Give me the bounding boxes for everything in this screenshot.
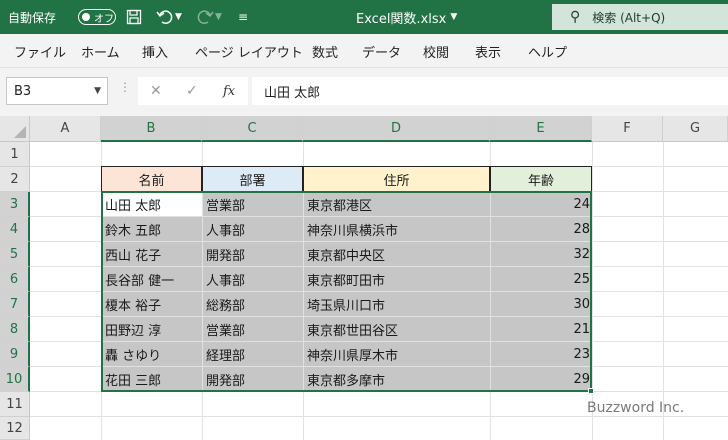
table-cell-department[interactable]: 営業部 (203, 317, 303, 341)
table-cell-address[interactable]: 東京都多摩市 (304, 367, 490, 391)
table-cell-age[interactable]: 32 (491, 242, 592, 266)
column-header-b[interactable]: B (101, 116, 202, 142)
watermark: Buzzword Inc. (587, 400, 685, 416)
table-cell-age[interactable]: 24 (491, 192, 592, 216)
table-cell-department[interactable]: 開発部 (203, 367, 303, 391)
autosave-toggle[interactable]: オフ (78, 9, 116, 25)
column-header-d[interactable]: D (303, 116, 490, 142)
autosave-label: 自動保存 (8, 10, 57, 25)
header-cell-age[interactable]: 年齢 (490, 166, 592, 192)
table-cell-address[interactable]: 東京都町田市 (304, 267, 490, 291)
select-all-button[interactable] (0, 116, 30, 142)
customize-toolbar-icon[interactable]: ≡ (238, 0, 248, 34)
toggle-knob-icon (82, 13, 90, 21)
column-header-e[interactable]: E (490, 116, 592, 142)
search-placeholder: 検索 (Alt+Q) (592, 10, 666, 25)
table-cell-name[interactable]: 田野辺 淳 (102, 317, 202, 341)
tab-page-layout[interactable]: ページ レイアウト (195, 34, 303, 68)
table-cell-department[interactable]: 総務部 (203, 292, 303, 316)
search-box[interactable]: ⚲ 検索 (Alt+Q) (552, 4, 728, 30)
table-cell-address[interactable]: 東京都港区 (304, 192, 490, 216)
chevron-down-icon[interactable]: ▼ (94, 86, 101, 96)
file-name[interactable]: Excel関数.xlsx ▼ (356, 0, 457, 34)
table-cell-address[interactable]: 埼玉県川口市 (304, 292, 490, 316)
insert-function-icon[interactable]: fx (223, 84, 235, 99)
fill-handle[interactable] (588, 388, 594, 394)
tab-review[interactable]: 校閲 (423, 34, 449, 68)
table-cell-name[interactable]: 花田 三郎 (102, 367, 202, 391)
table-cell-department[interactable]: 経理部 (203, 342, 303, 366)
table-cell-age[interactable]: 29 (491, 367, 592, 391)
row-header-6[interactable]: 6 (0, 267, 30, 292)
table-cell-name[interactable]: 山田 太郎 (102, 192, 202, 216)
redo-dropdown-icon: ▼ (215, 12, 222, 22)
tab-formulas[interactable]: 数式 (312, 34, 338, 68)
ribbon-tabs: ファイル ホーム 挿入 ページ レイアウト 数式 データ 校閲 表示 ヘルプ (0, 34, 728, 68)
table-cell-name[interactable]: 鈴木 五郎 (102, 217, 202, 241)
table-cell-age[interactable]: 21 (491, 317, 592, 341)
enter-icon[interactable]: ✓ (186, 83, 198, 99)
row-header-8[interactable]: 8 (0, 317, 30, 342)
name-box[interactable]: B3 ▼ (6, 77, 108, 105)
title-bar: 自動保存 オフ ▼ ▼ ≡ Excel関数.xlsx ▼ ⚲ 検索 (Alt+Q… (0, 0, 728, 34)
row-header-11[interactable]: 11 (0, 392, 30, 417)
table-cell-name[interactable]: 轟 さゆり (102, 342, 202, 366)
table-cell-address[interactable]: 神奈川県厚木市 (304, 342, 490, 366)
table-cell-address[interactable]: 東京都中央区 (304, 242, 490, 266)
tab-insert[interactable]: 挿入 (142, 34, 168, 68)
table-cell-department[interactable]: 営業部 (203, 192, 303, 216)
table-cell-age[interactable]: 28 (491, 217, 592, 241)
table-cell-age[interactable]: 23 (491, 342, 592, 366)
column-header-g[interactable]: G (663, 116, 728, 142)
tab-file[interactable]: ファイル (14, 34, 66, 68)
row-header-1[interactable]: 1 (0, 142, 30, 167)
formula-bar: B3 ▼ ⋮ ✕ ✓ fx 山田 太郎 (0, 68, 728, 116)
table-cell-department[interactable]: 人事部 (203, 267, 303, 291)
column-header-f[interactable]: F (592, 116, 663, 142)
autosave-state: オフ (94, 13, 114, 25)
table-cell-department[interactable]: 人事部 (203, 217, 303, 241)
save-icon[interactable] (126, 0, 142, 34)
table-cell-age[interactable]: 30 (491, 292, 592, 316)
search-icon: ⚲ (570, 9, 581, 25)
gridline (30, 391, 728, 392)
row-header-9[interactable]: 9 (0, 342, 30, 367)
tab-home[interactable]: ホーム (81, 34, 120, 68)
row-header-2[interactable]: 2 (0, 167, 30, 192)
table-cell-name[interactable]: 榎本 裕子 (102, 292, 202, 316)
chevron-down-icon: ▼ (450, 12, 458, 22)
cancel-icon[interactable]: ✕ (150, 83, 162, 99)
name-box-value: B3 (14, 83, 32, 99)
file-name-text: Excel関数.xlsx (356, 11, 447, 27)
header-cell-name[interactable]: 名前 (101, 166, 202, 192)
more-options-icon[interactable]: ⋮ (119, 80, 131, 94)
row-header-4[interactable]: 4 (0, 217, 30, 242)
table-cell-department[interactable]: 開発部 (203, 242, 303, 266)
header-cell-address[interactable]: 住所 (303, 166, 490, 192)
row-header-12[interactable]: 12 (0, 417, 30, 440)
undo-icon[interactable] (156, 0, 174, 34)
table-cell-name[interactable]: 長谷部 健一 (102, 267, 202, 291)
undo-dropdown-icon[interactable]: ▼ (175, 0, 182, 34)
tab-view[interactable]: 表示 (475, 34, 501, 68)
row-header-3[interactable]: 3 (0, 192, 30, 217)
formula-controls: ✕ ✓ fx (138, 77, 248, 105)
tab-data[interactable]: データ (362, 34, 401, 68)
table-cell-name[interactable]: 西山 花子 (102, 242, 202, 266)
formula-input[interactable]: 山田 太郎 (252, 77, 728, 105)
table-cell-address[interactable]: 東京都世田谷区 (304, 317, 490, 341)
gridline (30, 416, 728, 417)
column-header-c[interactable]: C (202, 116, 303, 142)
redo-icon (196, 0, 214, 34)
table-cell-address[interactable]: 神奈川県横浜市 (304, 217, 490, 241)
column-header-a[interactable]: A (30, 116, 101, 142)
row-header-10[interactable]: 10 (0, 367, 30, 392)
table-cell-age[interactable]: 25 (491, 267, 592, 291)
header-cell-department[interactable]: 部署 (202, 166, 303, 192)
tab-help[interactable]: ヘルプ (528, 34, 567, 68)
row-header-5[interactable]: 5 (0, 242, 30, 267)
row-header-7[interactable]: 7 (0, 292, 30, 317)
